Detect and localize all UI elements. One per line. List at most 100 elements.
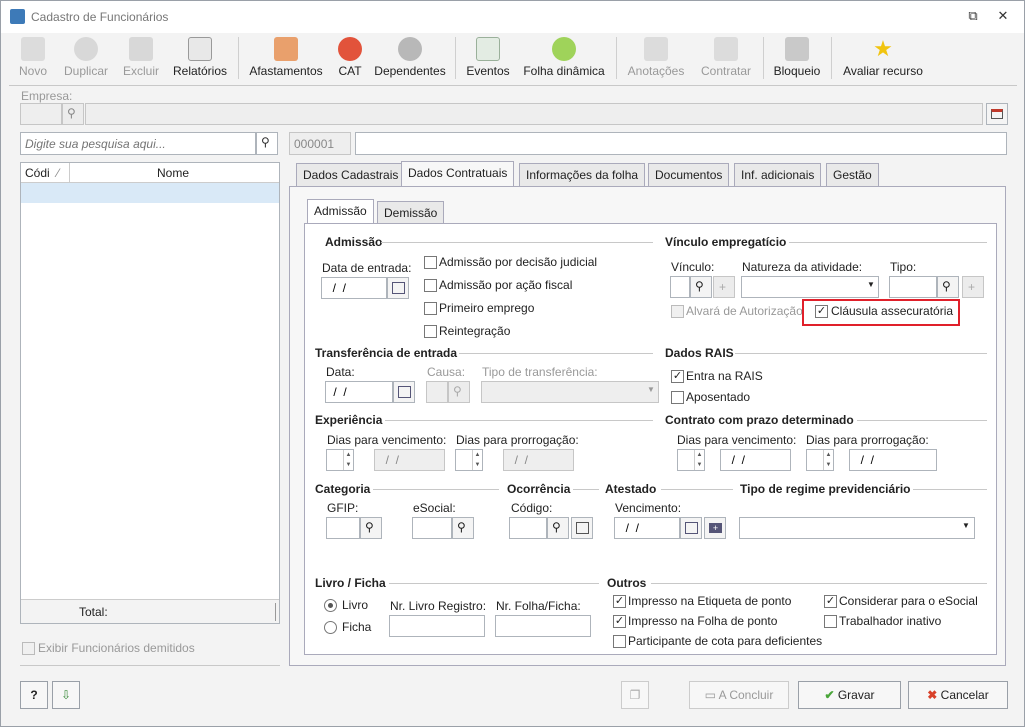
etiqueta-checkbox[interactable]: ✓ bbox=[613, 595, 626, 608]
section-line bbox=[651, 583, 987, 584]
esocial-input[interactable] bbox=[412, 517, 452, 539]
anotacoes-button[interactable]: Anotações bbox=[625, 35, 687, 81]
tab-inf-adicionais[interactable]: Inf. adicionais bbox=[734, 163, 822, 187]
exp-prorr-date[interactable] bbox=[503, 449, 574, 471]
exp-prorr-stepper[interactable]: ▲ ▼ bbox=[455, 449, 483, 471]
column-header-code[interactable]: Códi bbox=[25, 166, 50, 180]
eventos-button[interactable]: Eventos bbox=[465, 35, 511, 81]
codigo-input[interactable] bbox=[509, 517, 547, 539]
empresa-table-button[interactable] bbox=[986, 103, 1008, 125]
close-icon[interactable]: ✕ bbox=[995, 9, 1011, 23]
ficha-radio[interactable] bbox=[324, 621, 337, 634]
contratar-button[interactable]: Contratar bbox=[697, 35, 755, 81]
natureza-select[interactable] bbox=[741, 276, 879, 298]
copy-button[interactable]: ❐ bbox=[621, 681, 649, 709]
atestado-venc-input[interactable] bbox=[614, 517, 680, 539]
excluir-button[interactable]: Excluir bbox=[120, 35, 162, 81]
tab-dados-cadastrais[interactable]: Dados Cadastrais bbox=[296, 163, 406, 187]
stepper-arrows-icon: ▲ ▼ bbox=[343, 450, 353, 470]
employee-code-input[interactable] bbox=[289, 132, 351, 155]
esocial-search-button[interactable]: ⚲ bbox=[452, 517, 474, 539]
bloqueio-button[interactable]: Bloqueio bbox=[771, 35, 823, 81]
regime-select[interactable] bbox=[739, 517, 975, 539]
primeiro-emprego-checkbox[interactable] bbox=[424, 302, 437, 315]
exp-venc-stepper[interactable]: ▲ ▼ bbox=[326, 449, 354, 471]
import-button[interactable]: ⇩ bbox=[52, 681, 80, 709]
chevron-down-icon: ▼ bbox=[647, 385, 655, 394]
tab-informacoes-folha[interactable]: Informações da folha bbox=[519, 163, 646, 187]
subtab-admissao[interactable]: Admissão bbox=[307, 199, 374, 225]
contrato-prorr-stepper[interactable]: ▲ ▼ bbox=[806, 449, 834, 471]
atestado-calendar-button[interactable] bbox=[680, 517, 702, 539]
causa-input[interactable] bbox=[426, 381, 448, 403]
cota-checkbox[interactable] bbox=[613, 635, 626, 648]
contrato-prorr-date[interactable] bbox=[849, 449, 937, 471]
data-entrada-calendar-button[interactable] bbox=[387, 277, 409, 299]
column-header-name[interactable]: Nome bbox=[157, 166, 189, 180]
empresa-name-input[interactable] bbox=[85, 103, 983, 125]
decisao-judicial-checkbox[interactable] bbox=[424, 256, 437, 269]
tipo-search-button[interactable]: ⚲ bbox=[937, 276, 959, 298]
alvara-checkbox[interactable] bbox=[671, 305, 684, 318]
tab-dados-contratuais[interactable]: Dados Contratuais bbox=[401, 161, 515, 187]
nr-livro-input[interactable] bbox=[389, 615, 485, 637]
concluir-label: A Concluir bbox=[718, 688, 774, 702]
tipo-input[interactable] bbox=[889, 276, 937, 298]
data-entrada-input[interactable] bbox=[321, 277, 387, 299]
novo-button[interactable]: Novo bbox=[15, 35, 51, 81]
primeiro-emprego-label: Primeiro emprego bbox=[439, 301, 535, 315]
codigo-list-button[interactable] bbox=[571, 517, 593, 539]
folha-ponto-label: Impresso na Folha de ponto bbox=[628, 614, 778, 628]
concluir-button[interactable]: ▭ A Concluir bbox=[689, 681, 789, 709]
empresa-search-button[interactable]: ⚲ bbox=[62, 103, 84, 125]
vinculo-search-button[interactable]: ⚲ bbox=[690, 276, 712, 298]
folha-dinamica-button[interactable]: Folha dinâmica bbox=[521, 35, 607, 81]
considerar-esocial-checkbox[interactable]: ✓ bbox=[824, 595, 837, 608]
exp-venc-date[interactable] bbox=[374, 449, 445, 471]
toolbar-separator bbox=[616, 37, 617, 79]
tipo-transferencia-select[interactable] bbox=[481, 381, 659, 403]
acao-fiscal-checkbox[interactable] bbox=[424, 279, 437, 292]
atestado-add-button[interactable]: + bbox=[704, 517, 726, 539]
entra-rais-checkbox[interactable]: ✓ bbox=[671, 370, 684, 383]
transferencia-data-input[interactable] bbox=[325, 381, 393, 403]
cancelar-button[interactable]: ✖ Cancelar bbox=[908, 681, 1008, 709]
contrato-venc-stepper[interactable]: ▲ ▼ bbox=[677, 449, 705, 471]
aposentado-checkbox[interactable] bbox=[671, 391, 684, 404]
inativo-checkbox[interactable] bbox=[824, 615, 837, 628]
vinculo-add-button[interactable]: + bbox=[713, 276, 735, 298]
search-button[interactable]: ⚲ bbox=[256, 132, 278, 155]
show-fired-checkbox[interactable] bbox=[22, 642, 35, 655]
clausula-checkbox[interactable]: ✓ bbox=[815, 305, 828, 318]
search-input[interactable] bbox=[20, 132, 256, 155]
help-button[interactable]: ? bbox=[20, 681, 48, 709]
vinculo-input[interactable] bbox=[670, 276, 690, 298]
relatorios-button[interactable]: Relatórios bbox=[171, 35, 229, 81]
employee-name-input[interactable] bbox=[355, 132, 1007, 155]
employee-list[interactable]: Códi ⁄ Nome Total: bbox=[20, 162, 280, 624]
causa-search-button[interactable]: ⚲ bbox=[448, 381, 470, 403]
subtab-demissao[interactable]: Demissão bbox=[377, 201, 445, 225]
afastamentos-button[interactable]: Afastamentos bbox=[247, 35, 325, 81]
codigo-search-button[interactable]: ⚲ bbox=[547, 517, 569, 539]
gfip-input[interactable] bbox=[326, 517, 360, 539]
reintegracao-checkbox[interactable] bbox=[424, 325, 437, 338]
gravar-button[interactable]: ✔ Gravar bbox=[798, 681, 901, 709]
folha-ponto-checkbox[interactable]: ✓ bbox=[613, 615, 626, 628]
gfip-search-button[interactable]: ⚲ bbox=[360, 517, 382, 539]
list-item[interactable] bbox=[21, 183, 279, 203]
dependentes-button[interactable]: Dependentes bbox=[373, 35, 447, 81]
transferencia-calendar-button[interactable] bbox=[393, 381, 415, 403]
calendar-icon bbox=[392, 282, 405, 294]
tipo-add-button[interactable]: + bbox=[962, 276, 984, 298]
avaliar-recurso-button[interactable]: ★ Avaliar recurso bbox=[841, 35, 925, 81]
contrato-venc-date[interactable] bbox=[720, 449, 791, 471]
livro-radio[interactable] bbox=[324, 599, 337, 612]
tab-documentos[interactable]: Documentos bbox=[648, 163, 730, 187]
cat-button[interactable]: CAT bbox=[335, 35, 365, 81]
empresa-code-input[interactable] bbox=[20, 103, 62, 125]
restore-icon[interactable]: ⧉ bbox=[965, 9, 981, 23]
nr-folha-input[interactable] bbox=[495, 615, 591, 637]
tab-gestao[interactable]: Gestão bbox=[826, 163, 879, 187]
duplicar-button[interactable]: Duplicar bbox=[61, 35, 111, 81]
